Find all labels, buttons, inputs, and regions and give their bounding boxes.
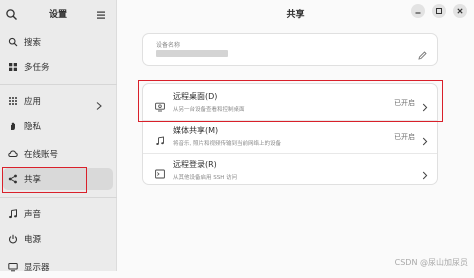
sidebar-item-apps[interactable]: 应用 bbox=[3, 90, 113, 112]
chevron-right-icon bbox=[422, 131, 428, 146]
sidebar-divider bbox=[0, 84, 117, 85]
maximize-icon bbox=[436, 8, 442, 14]
status-label: 已开启 bbox=[394, 133, 415, 141]
row-title: 媒体共享(M) bbox=[173, 126, 219, 135]
sidebar-item-label: 电源 bbox=[24, 235, 42, 245]
chevron-right-icon bbox=[422, 97, 428, 112]
media-sharing-icon bbox=[155, 131, 165, 145]
device-name-value bbox=[156, 50, 228, 57]
sidebar-item-label: 隐私 bbox=[24, 122, 42, 132]
sidebar-item-label: 在线账号 bbox=[24, 150, 59, 160]
share-icon bbox=[7, 174, 18, 185]
close-icon bbox=[457, 8, 463, 14]
status-label: 已开启 bbox=[394, 99, 415, 107]
online-accounts-icon bbox=[7, 149, 18, 160]
sidebar-item-label: 共享 bbox=[24, 175, 42, 185]
apps-icon bbox=[7, 96, 18, 107]
sidebar-item-label: 声音 bbox=[24, 210, 42, 220]
sidebar-item-label: 多任务 bbox=[24, 63, 50, 73]
list-item-media-sharing[interactable]: 媒体共享(M) 将音乐, 照片和视频传输到当前网络上的设备 已开启 bbox=[143, 121, 437, 153]
sidebar-item-multitasking[interactable]: 多任务 bbox=[3, 56, 113, 78]
power-icon bbox=[7, 234, 18, 245]
sidebar-item-displays[interactable]: 显示器 bbox=[3, 256, 113, 278]
sidebar-header: 设置 bbox=[0, 0, 116, 26]
row-subtitle: 从其他设备启用 SSH 访问 bbox=[173, 175, 238, 181]
list-item-remote-desktop[interactable]: 远程桌面(D) 从另一台设备查看和控制桌面 已开启 bbox=[143, 84, 437, 120]
sidebar-item-sound[interactable]: 声音 bbox=[3, 203, 113, 225]
sidebar-item-label: 搜索 bbox=[24, 38, 42, 48]
list-item-remote-login[interactable]: 远程登录(R) 从其他设备启用 SSH 访问 bbox=[143, 154, 437, 186]
multitask-icon bbox=[7, 62, 18, 73]
sidebar-divider bbox=[0, 197, 117, 198]
watermark: CSDN @尿山加尿员 bbox=[394, 258, 468, 267]
sidebar-item-sharing[interactable]: 共享 bbox=[3, 168, 113, 190]
row-subtitle: 将音乐, 照片和视频传输到当前网络上的设备 bbox=[173, 141, 281, 147]
sidebar-item-power[interactable]: 电源 bbox=[3, 228, 113, 250]
sidebar-item-label: 应用 bbox=[24, 97, 42, 107]
main-panel: 共享 设备名称 远程桌面(D) 从另一台设备查看和控制桌面 已开启 媒体共享(M… bbox=[117, 0, 474, 271]
device-name-caption: 设备名称 bbox=[156, 42, 181, 49]
device-name-row[interactable]: 设备名称 bbox=[142, 33, 438, 66]
sharing-options-list: 远程桌面(D) 从另一台设备查看和控制桌面 已开启 媒体共享(M) 将音乐, 照… bbox=[142, 83, 438, 185]
chevron-right-icon bbox=[422, 165, 428, 180]
row-title: 远程登录(R) bbox=[173, 160, 217, 169]
row-subtitle: 从另一台设备查看和控制桌面 bbox=[173, 107, 245, 113]
sidebar-item-online-accounts[interactable]: 在线账号 bbox=[3, 143, 113, 165]
row-title: 远程桌面(D) bbox=[173, 92, 218, 101]
minimize-button[interactable] bbox=[411, 4, 425, 18]
hamburger-menu-icon[interactable] bbox=[95, 6, 107, 19]
music-note-icon bbox=[7, 209, 18, 220]
sidebar-item-privacy[interactable]: 隐私 bbox=[3, 115, 113, 137]
close-button[interactable] bbox=[453, 4, 467, 18]
terminal-icon bbox=[155, 164, 165, 179]
sidebar: 设置 搜索 多任务 应用 隐私 在线账号 共享 声音 电源 显示器 bbox=[0, 0, 117, 273]
privacy-hand-icon bbox=[7, 121, 18, 132]
sidebar-item-search[interactable]: 搜索 bbox=[3, 31, 113, 53]
remote-desktop-icon bbox=[155, 97, 165, 112]
search-icon bbox=[7, 37, 18, 48]
edit-pencil-icon[interactable] bbox=[418, 45, 427, 60]
sidebar-item-label: 显示器 bbox=[24, 263, 50, 273]
chevron-right-icon bbox=[95, 96, 103, 110]
maximize-button[interactable] bbox=[432, 4, 446, 18]
minimize-icon bbox=[415, 12, 421, 14]
